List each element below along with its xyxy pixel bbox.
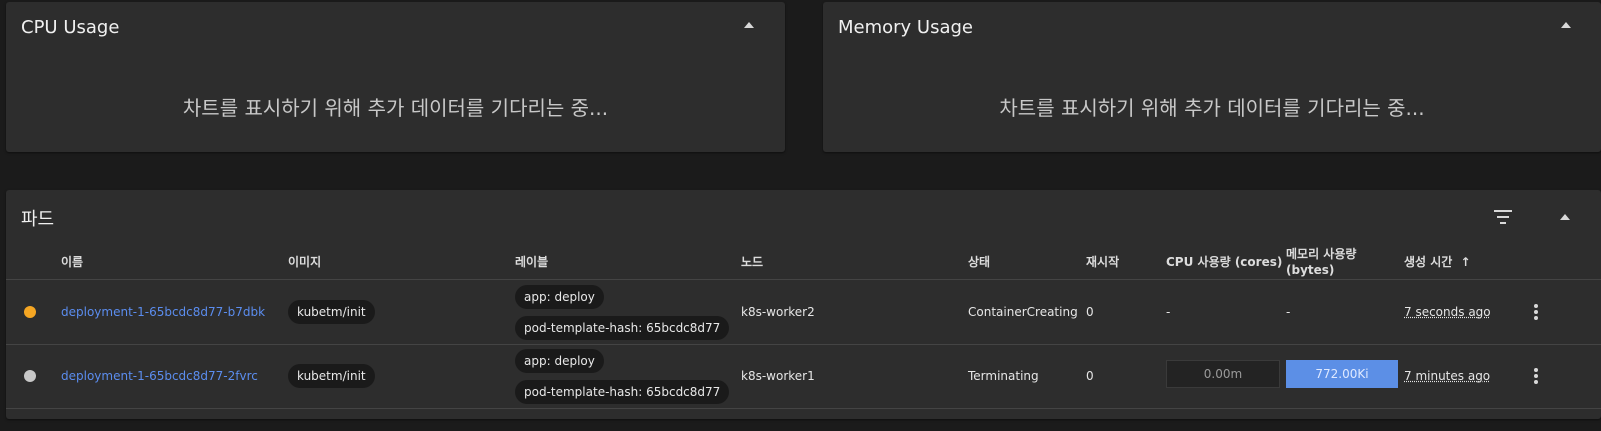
- column-header-memory-line2: (bytes): [1286, 263, 1335, 277]
- row-divider: [6, 344, 1601, 345]
- memory-usage-card: Memory Usage 차트를 표시하기 위해 추가 데이터를 기다리는 중.…: [823, 2, 1601, 152]
- column-header-restarts[interactable]: 재시작: [1086, 254, 1119, 270]
- column-header-memory: 메모리 사용량 (bytes): [1286, 246, 1356, 278]
- status-cell: Terminating: [968, 369, 1039, 383]
- filter-icon[interactable]: [1494, 210, 1512, 224]
- column-header-cpu: CPU 사용량 (cores): [1166, 255, 1283, 269]
- status-terminating-icon: [24, 370, 36, 382]
- cpu-usage-card: CPU Usage 차트를 표시하기 위해 추가 데이터를 기다리는 중...: [6, 2, 785, 152]
- pod-name-link[interactable]: deployment-1-65bcdc8d77-2fvrc: [61, 369, 258, 383]
- column-header-image: 이미지: [288, 255, 322, 269]
- header-divider: [6, 279, 1601, 280]
- row-divider: [6, 408, 1601, 409]
- image-chip: kubetm/init: [288, 300, 375, 324]
- pods-card: 파드 이름 이미지 레이블 노드 상태 재시작 CPU 사용량 (cores) …: [6, 190, 1601, 419]
- memory-cell: -: [1286, 305, 1291, 319]
- restarts-cell: 0: [1086, 305, 1094, 319]
- cpu-cell: -: [1166, 305, 1171, 319]
- column-header-created[interactable]: 생성 시간 ↑: [1404, 254, 1471, 270]
- node-cell: k8s-worker1: [741, 369, 815, 383]
- chevron-up-icon[interactable]: [744, 22, 754, 28]
- cpu-waiting-message: 차트를 표시하기 위해 추가 데이터를 기다리는 중...: [182, 96, 609, 120]
- more-vert-icon[interactable]: [1534, 368, 1538, 386]
- column-header-memory-line1: 메모리 사용량: [1286, 247, 1357, 261]
- pods-title: 파드: [21, 209, 55, 230]
- created-cell[interactable]: 7 minutes ago: [1404, 369, 1490, 383]
- label-chip: app: deploy: [515, 349, 604, 373]
- column-header-node[interactable]: 노드: [741, 254, 763, 270]
- cpu-usage-title: CPU Usage: [21, 17, 120, 38]
- column-header-labels: 레이블: [515, 255, 549, 269]
- status-pending-icon: [24, 306, 36, 318]
- chevron-up-icon[interactable]: [1560, 214, 1570, 220]
- label-chip: app: deploy: [515, 285, 604, 309]
- column-header-name[interactable]: 이름: [61, 254, 83, 270]
- created-cell[interactable]: 7 seconds ago: [1404, 305, 1491, 319]
- status-cell: ContainerCreating: [968, 305, 1078, 319]
- label-chip: pod-template-hash: 65bcdc8d77: [515, 316, 730, 340]
- sort-arrow-up-icon: ↑: [1460, 255, 1471, 269]
- memory-waiting-message: 차트를 표시하기 위해 추가 데이터를 기다리는 중...: [999, 96, 1425, 120]
- node-cell: k8s-worker2: [741, 305, 815, 319]
- cpu-sparkline: 0.00m: [1166, 360, 1280, 388]
- column-header-status[interactable]: 상태: [968, 254, 990, 270]
- more-vert-icon[interactable]: [1534, 304, 1538, 322]
- memory-sparkline: 772.00Ki: [1286, 360, 1398, 388]
- image-chip: kubetm/init: [288, 364, 375, 388]
- label-chip: pod-template-hash: 65bcdc8d77: [515, 380, 730, 404]
- memory-usage-title: Memory Usage: [838, 17, 974, 38]
- chevron-up-icon[interactable]: [1561, 22, 1571, 28]
- column-header-created-label: 생성 시간: [1404, 255, 1453, 269]
- pod-name-link[interactable]: deployment-1-65bcdc8d77-b7dbk: [61, 305, 265, 319]
- restarts-cell: 0: [1086, 369, 1094, 383]
